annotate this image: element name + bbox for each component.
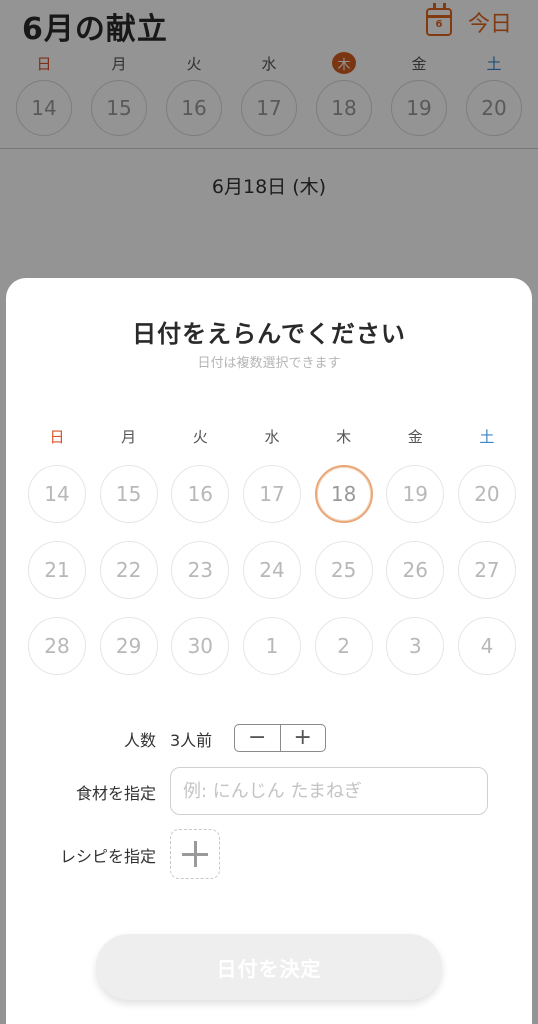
calendar-day[interactable]: 24	[242, 541, 301, 599]
calendar-day[interactable]: 21	[28, 541, 86, 599]
servings-label: 人数	[123, 731, 156, 750]
calendar-day[interactable]: 28	[28, 617, 86, 675]
recipe-label: レシピを指定	[59, 847, 156, 866]
weekday-label: 水	[264, 428, 280, 446]
calendar-day[interactable]: 23	[171, 541, 230, 599]
calendar-day[interactable]: 18	[314, 465, 373, 523]
weekday-header: 日月火水木金土	[28, 426, 516, 447]
calendar-grid: 14 15 16 17 18 19 20 21 22 23 24 25 26 27 28 29 30 1 2 3 4	[28, 465, 516, 693]
weekday-label: 木	[336, 428, 352, 446]
calendar-week-row: 21 22 23 24 25 26 27	[28, 541, 516, 599]
calendar-week-row: 28 29 30 1 2 3 4	[28, 617, 516, 675]
calendar-day[interactable]: 15	[99, 465, 158, 523]
weekday-label: 月	[121, 428, 137, 446]
weekday-label: 土	[479, 428, 495, 446]
calendar-week-row: 14 15 16 17 18 19 20	[28, 465, 516, 523]
calendar-day[interactable]: 30	[171, 617, 230, 675]
calendar-day[interactable]: 2	[314, 617, 373, 675]
calendar-day[interactable]: 19	[386, 465, 445, 523]
calendar-day[interactable]: 26	[386, 541, 445, 599]
servings-stepper: − +	[234, 724, 326, 752]
weekday-label: 火	[192, 428, 208, 446]
calendar-day[interactable]: 20	[457, 465, 516, 523]
calendar-day[interactable]: 1	[242, 617, 301, 675]
add-recipe-button[interactable]	[170, 829, 220, 879]
calendar-day[interactable]: 17	[242, 465, 301, 523]
modal-subtitle: 日付は複数選択できます	[197, 356, 341, 371]
calendar-day[interactable]: 4	[457, 617, 516, 675]
weekday-label: 日	[49, 428, 65, 446]
calendar-day[interactable]: 25	[314, 541, 373, 599]
calendar-day[interactable]: 22	[99, 541, 158, 599]
confirm-date-button[interactable]: 日付を決定	[96, 934, 442, 1000]
decrement-button[interactable]: −	[235, 725, 280, 751]
calendar-day[interactable]: 3	[386, 617, 445, 675]
ingredients-label: 食材を指定	[75, 784, 156, 803]
plus-icon	[182, 841, 208, 867]
weekday-label: 金	[407, 428, 423, 446]
calendar-day[interactable]: 14	[28, 465, 86, 523]
increment-button[interactable]: +	[279, 725, 326, 751]
calendar-day[interactable]: 16	[171, 465, 230, 523]
date-picker-sheet: 日付をえらんでください 日付は複数選択できます 日月火水木金土 14 15 16 17…	[6, 278, 532, 1024]
ingredients-input[interactable]	[170, 767, 488, 815]
calendar-day[interactable]: 29	[99, 617, 158, 675]
modal-title: 日付をえらんでください	[132, 320, 406, 348]
calendar-day[interactable]: 27	[457, 541, 516, 599]
servings-value: 3人前	[170, 731, 213, 750]
